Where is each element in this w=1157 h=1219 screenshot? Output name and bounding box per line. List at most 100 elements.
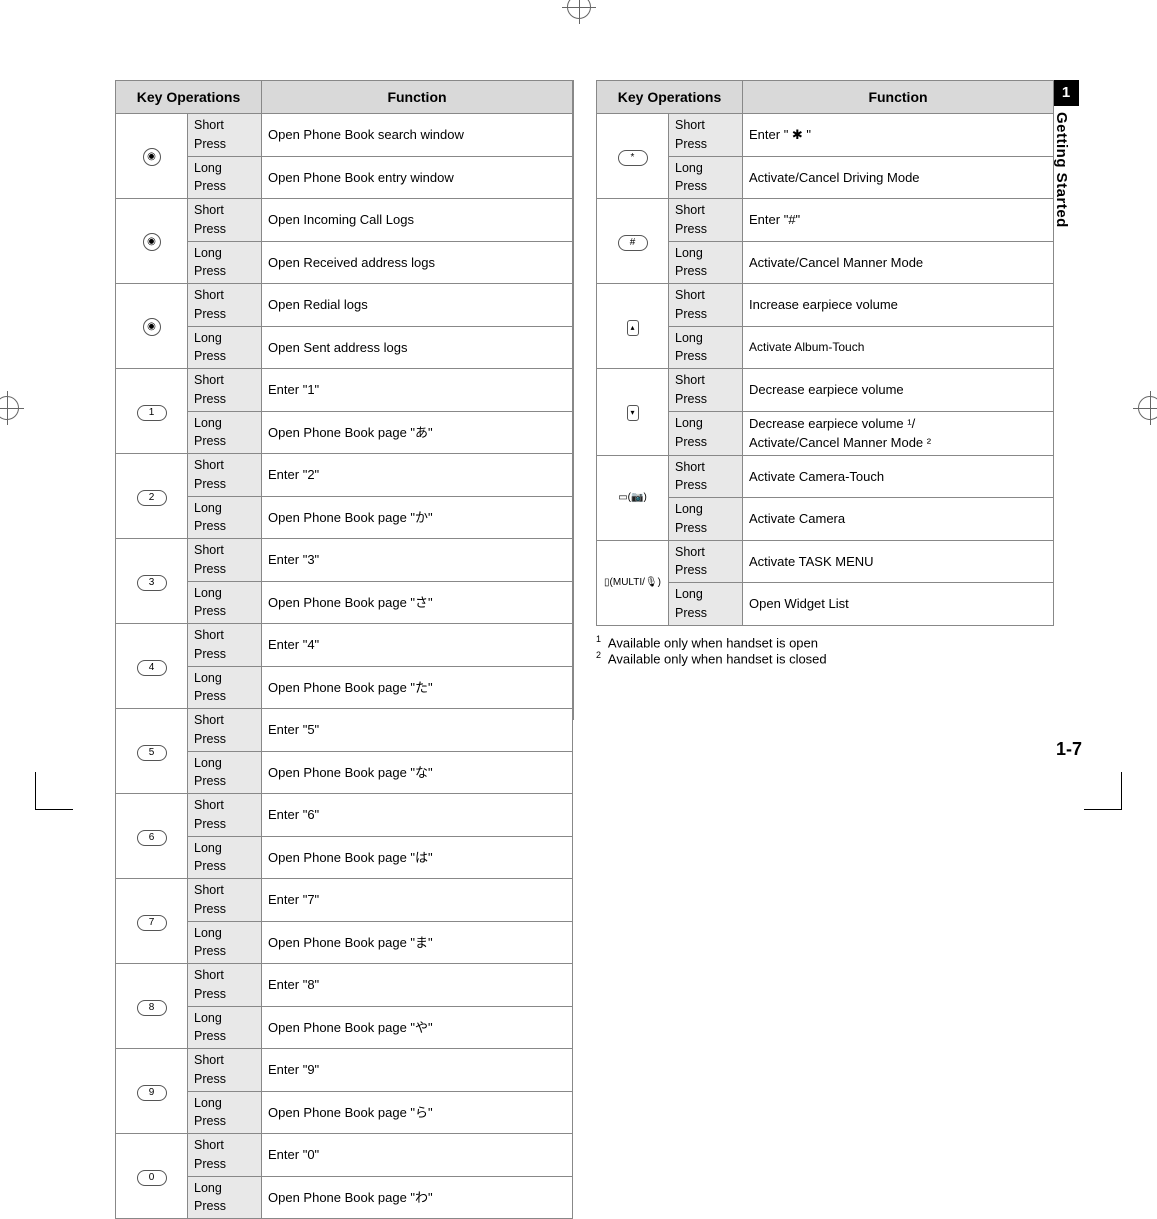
key-6-icon: 6 [137, 830, 167, 846]
op-long: Long Press [188, 1006, 262, 1049]
op-short: Short Press [188, 964, 262, 1007]
key-cell-key-9: 9 [116, 1049, 188, 1134]
fn-long: Open Phone Book page "ら" [262, 1091, 573, 1134]
op-short: Short Press [188, 199, 262, 242]
op-short: Short Press [669, 455, 743, 498]
left-column: Key Operations Function ◉Short PressOpen… [115, 80, 573, 755]
op-short: Short Press [669, 284, 743, 327]
registration-mark-icon [1138, 396, 1157, 420]
fn-long: Open Phone Book page "わ" [262, 1176, 573, 1219]
key-star-icon: * [618, 150, 648, 166]
key-cell-key-vol-up: ▴ [597, 284, 669, 369]
fn-short: Increase earpiece volume [743, 284, 1054, 327]
op-long: Long Press [669, 156, 743, 199]
key-cell-key-5: 5 [116, 709, 188, 794]
fn-short: Decrease earpiece volume [743, 369, 1054, 412]
key-cell-key-7: 7 [116, 879, 188, 964]
fn-short: Enter "7" [262, 879, 573, 922]
op-short: Short Press [188, 539, 262, 582]
key-cell-key-4: 4 [116, 624, 188, 709]
right-column: Key Operations Function *Short PressEnte… [596, 80, 1054, 755]
fn-long: Activate/Cancel Manner Mode [743, 241, 1054, 284]
column-divider [573, 80, 574, 720]
op-long: Long Press [188, 496, 262, 539]
op-short: Short Press [188, 114, 262, 157]
fn-long: Open Phone Book page "な" [262, 751, 573, 794]
op-long: Long Press [188, 326, 262, 369]
key-4-icon: 4 [137, 660, 167, 676]
registration-mark-icon [0, 396, 19, 420]
fn-short: Enter "1" [262, 369, 573, 412]
fn-long: Open Received address logs [262, 241, 573, 284]
op-short: Short Press [188, 454, 262, 497]
key-0-icon: 0 [137, 1170, 167, 1186]
fn-long: Open Phone Book page "さ" [262, 581, 573, 624]
key-2-icon: 2 [137, 490, 167, 506]
fn-long: Open Phone Book page "や" [262, 1006, 573, 1049]
fn-short: Activate Camera-Touch [743, 455, 1054, 498]
op-long: Long Press [669, 498, 743, 541]
op-short: Short Press [188, 1049, 262, 1092]
key-cell-key-vol-down: ▾ [597, 369, 669, 456]
op-short: Short Press [669, 114, 743, 157]
key-7-icon: 7 [137, 915, 167, 931]
fn-short: Enter " ✱ " [743, 114, 1054, 157]
op-short: Short Press [188, 624, 262, 667]
op-long: Long Press [188, 1091, 262, 1134]
fn-long: Open Phone Book entry window [262, 156, 573, 199]
fn-long: Activate Camera [743, 498, 1054, 541]
op-long: Long Press [669, 326, 743, 369]
nav-left-icon: ◉ [143, 233, 161, 251]
content-area: Key Operations Function ◉Short PressOpen… [115, 80, 1082, 755]
fn-long: Open Phone Book page "た" [262, 666, 573, 709]
header-keyops: Key Operations [116, 81, 262, 114]
key-cell-key-multi: ▯(MULTI/🎙) [597, 540, 669, 625]
footnote: 1 Available only when handset is open [596, 634, 1054, 650]
fn-short: Enter "4" [262, 624, 573, 667]
op-short: Short Press [669, 369, 743, 412]
footnote: 2 Available only when handset is closed [596, 650, 1054, 666]
fn-short: Enter "#" [743, 199, 1054, 242]
page-number: 1-7 [1056, 739, 1082, 760]
fn-long: Open Widget List [743, 583, 1054, 626]
op-long: Long Press [188, 581, 262, 624]
key-cell-key-2: 2 [116, 454, 188, 539]
key-cell-key-camera: ▭(📷) [597, 455, 669, 540]
fn-long: Activate Album-Touch [743, 326, 1054, 369]
op-long: Long Press [188, 411, 262, 454]
key-hash-icon: # [618, 235, 648, 251]
fn-long: Open Phone Book page "か" [262, 496, 573, 539]
op-short: Short Press [669, 540, 743, 583]
key-1-icon: 1 [137, 405, 167, 421]
op-long: Long Press [188, 156, 262, 199]
key-cell-key-6: 6 [116, 794, 188, 879]
fn-short: Enter "9" [262, 1049, 573, 1092]
op-long: Long Press [669, 241, 743, 284]
right-table: Key Operations Function *Short PressEnte… [596, 80, 1054, 626]
key-cell-key-hash: # [597, 199, 669, 284]
op-short: Short Press [188, 1134, 262, 1177]
fn-short: Open Incoming Call Logs [262, 199, 573, 242]
op-short: Short Press [188, 709, 262, 752]
key-cell-key-3: 3 [116, 539, 188, 624]
key-vol-down-icon: ▾ [627, 405, 639, 421]
key-cell-key-0: 0 [116, 1134, 188, 1219]
registration-mark-icon [567, 0, 591, 19]
op-long: Long Press [669, 583, 743, 626]
nav-up-icon: ◉ [143, 148, 161, 166]
fn-short: Enter "2" [262, 454, 573, 497]
fn-long: Activate/Cancel Driving Mode [743, 156, 1054, 199]
op-short: Short Press [188, 879, 262, 922]
nav-right-icon: ◉ [143, 318, 161, 336]
fn-short: Enter "0" [262, 1134, 573, 1177]
op-long: Long Press [188, 241, 262, 284]
key-5-icon: 5 [137, 745, 167, 761]
op-short: Short Press [188, 284, 262, 327]
op-short: Short Press [669, 199, 743, 242]
fn-long: Open Phone Book page "ま" [262, 921, 573, 964]
key-3-icon: 3 [137, 575, 167, 591]
fn-long: Decrease earpiece volume ¹/Activate/Canc… [743, 411, 1054, 455]
op-long: Long Press [188, 921, 262, 964]
op-long: Long Press [188, 836, 262, 879]
key-9-icon: 9 [137, 1085, 167, 1101]
